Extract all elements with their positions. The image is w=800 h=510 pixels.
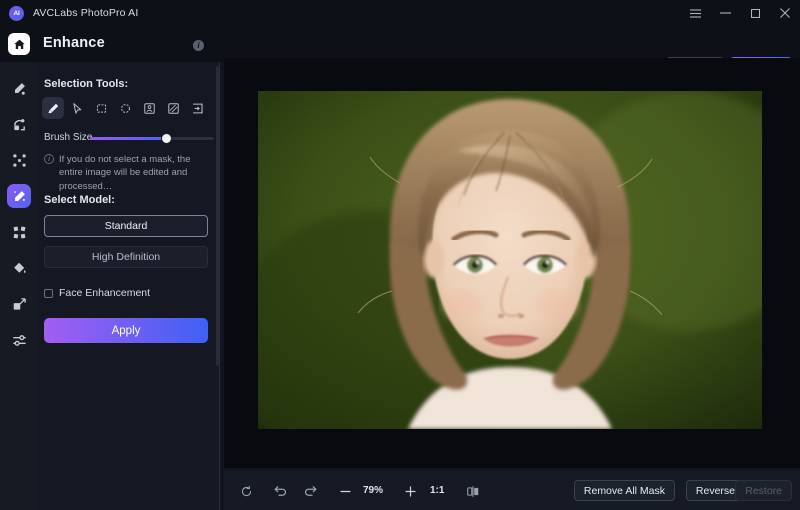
page-title: Enhance [43,35,105,51]
maximize-icon[interactable] [740,0,770,26]
apply-button[interactable]: Apply [44,318,208,343]
selection-tools-row [42,97,208,119]
undo-button[interactable] [268,480,290,502]
hatch-mask-tool[interactable] [162,97,184,119]
header-bar: Enhance i + Add Export [0,26,800,78]
background-icon [13,297,26,310]
model-high-definition-button[interactable]: High Definition [44,246,208,268]
title-bar: AI AVCLabs PhotoPro AI [0,0,800,26]
brush-tool[interactable] [42,97,64,119]
cursor-tool[interactable] [66,97,88,119]
minus-icon [339,490,351,492]
slider-handle[interactable] [162,133,172,143]
rail-item-denoise[interactable] [7,220,31,244]
import-mask-tool[interactable] [186,97,208,119]
rail-item-enhance[interactable] [7,184,31,208]
redo-button[interactable] [301,480,323,502]
selection-tools-label: Selection Tools: [44,78,129,90]
model-standard-button[interactable]: Standard [44,215,208,237]
panel-divider [219,62,220,510]
info-icon[interactable]: i [193,40,204,51]
ellipse-select-tool[interactable] [114,97,136,119]
app-title: AVCLabs PhotoPro AI [33,7,139,19]
rectangle-select-tool[interactable] [90,97,112,119]
remove-all-mask-button[interactable]: Remove All Mask [573,480,675,501]
home-icon [13,39,25,49]
zoom-level-label: 79% [363,485,384,496]
close-icon[interactable] [770,0,800,26]
denoise-icon [13,225,25,239]
canvas-area[interactable] [224,58,800,468]
cursor-arrow-icon [72,102,81,114]
tool-rail [0,62,38,510]
minimize-icon[interactable] [710,0,740,26]
menu-icon[interactable] [680,0,710,26]
photo-preview[interactable] [258,91,762,429]
rail-item-upscale[interactable] [7,148,31,172]
rectangle-icon [96,103,106,113]
reset-icon [241,485,251,496]
hatched-square-icon [167,102,179,114]
face-enhancement-checkbox[interactable] [44,288,53,298]
compare-button[interactable] [462,480,484,502]
brush-icon [47,103,58,113]
brush-size-label: Brush Size [44,132,93,143]
options-panel: Selection Tools: Brush Size i If you do … [38,62,220,510]
compare-split-icon [467,485,479,497]
face-enhancement-label: Face Enhancement [59,287,151,299]
bottom-toolbar: 79% 1:1 Remove All Mask Reverse Restore [224,471,800,510]
slider-fill [90,137,167,140]
app-window: AI AVCLabs PhotoPro AI Enhance i + Add [0,0,800,510]
brush-size-slider[interactable] [90,133,214,143]
select-model-label: Select Model: [44,194,115,206]
rail-item-color-fill[interactable] [7,256,31,280]
colorize-icon [13,118,25,130]
app-logo-icon: AI [9,5,24,21]
rail-item-background[interactable] [7,292,31,316]
portrait-image [258,91,762,429]
subject-select-tool[interactable] [138,97,160,119]
arrow-into-box-icon [192,103,203,113]
notice-text: If you do not select a mask, the entire … [59,154,191,192]
rail-item-retouch[interactable] [7,76,31,100]
window-controls [680,0,800,26]
zoom-out-button[interactable] [334,480,356,502]
notice-info-icon: i [44,154,54,164]
color-fill-icon [13,262,26,273]
rail-item-adjust[interactable] [7,328,31,352]
upscale-icon [12,153,26,167]
redo-icon [305,486,317,496]
face-enhancement-row[interactable]: Face Enhancement [44,287,150,299]
restore-button: Restore [735,480,792,501]
plus-icon [404,485,416,497]
retouch-icon [14,82,25,95]
enhance-icon [13,190,25,201]
reset-button[interactable] [235,480,257,502]
actual-size-button[interactable]: 1:1 [430,485,444,496]
person-frame-icon [143,102,155,114]
adjust-icon [12,334,26,346]
ellipse-icon [120,103,130,113]
home-button[interactable] [8,33,30,55]
undo-icon [274,486,286,496]
zoom-in-button[interactable] [399,480,421,502]
mask-notice: i If you do not select a mask, the entir… [44,153,216,193]
rail-item-colorize[interactable] [7,112,31,136]
